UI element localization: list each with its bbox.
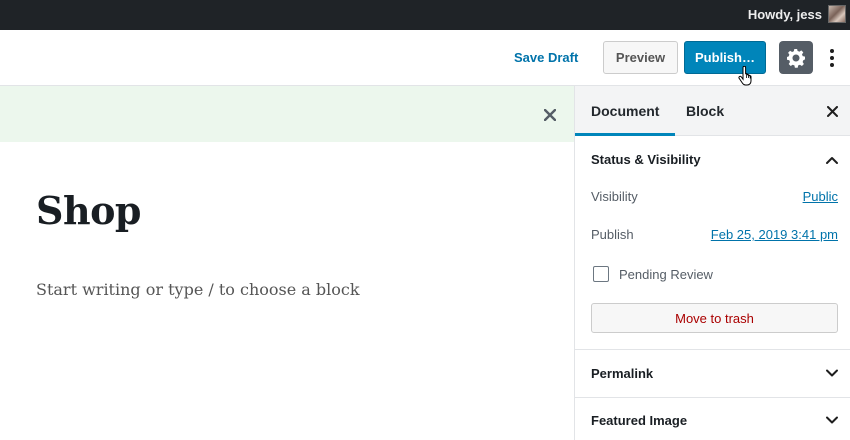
- block-placeholder[interactable]: Start writing or type / to choose a bloc…: [36, 280, 360, 299]
- chevron-down-icon[interactable]: [824, 365, 840, 381]
- featured-image-panel-title[interactable]: Featured Image: [591, 413, 687, 428]
- notice-bar: [0, 86, 575, 142]
- save-draft-button[interactable]: Save Draft: [514, 50, 578, 65]
- pending-review-label[interactable]: Pending Review: [619, 267, 713, 282]
- vertical-ellipsis-icon: [830, 49, 834, 67]
- hand-pointer-cursor-icon: [738, 66, 752, 86]
- tab-block[interactable]: Block: [670, 86, 740, 136]
- more-options-button[interactable]: [822, 44, 842, 72]
- publish-label: Publish: [591, 227, 634, 242]
- close-icon: [826, 105, 838, 117]
- sidebar-close-button[interactable]: [823, 102, 841, 120]
- user-avatar[interactable]: [828, 5, 846, 23]
- panel-divider: [575, 349, 850, 350]
- sidebar-tabs: Document Block: [575, 86, 850, 136]
- post-title[interactable]: Shop: [36, 188, 142, 233]
- editor-header: Save Draft Preview Publish…: [0, 30, 850, 86]
- chevron-up-icon[interactable]: [824, 152, 840, 168]
- preview-button[interactable]: Preview: [603, 41, 678, 74]
- gear-icon: [787, 48, 805, 68]
- close-icon: [544, 109, 556, 121]
- howdy-greeting[interactable]: Howdy, jess: [748, 7, 822, 22]
- notice-close-button[interactable]: [540, 105, 560, 125]
- admin-bar: Howdy, jess: [0, 0, 850, 30]
- permalink-panel-title[interactable]: Permalink: [591, 366, 653, 381]
- chevron-down-icon[interactable]: [824, 412, 840, 428]
- settings-sidebar: Document Block Status & Visibility Visib…: [574, 86, 850, 440]
- panel-divider: [575, 397, 850, 398]
- tab-document[interactable]: Document: [575, 86, 676, 136]
- move-to-trash-button[interactable]: Move to trash: [591, 303, 838, 333]
- publish-date-link[interactable]: Feb 25, 2019 3:41 pm: [711, 227, 838, 242]
- settings-button[interactable]: [779, 41, 813, 74]
- visibility-toggle-link[interactable]: Public: [803, 189, 838, 204]
- pending-review-checkbox[interactable]: [593, 266, 609, 282]
- visibility-label: Visibility: [591, 189, 638, 204]
- status-visibility-panel-title[interactable]: Status & Visibility: [591, 152, 701, 167]
